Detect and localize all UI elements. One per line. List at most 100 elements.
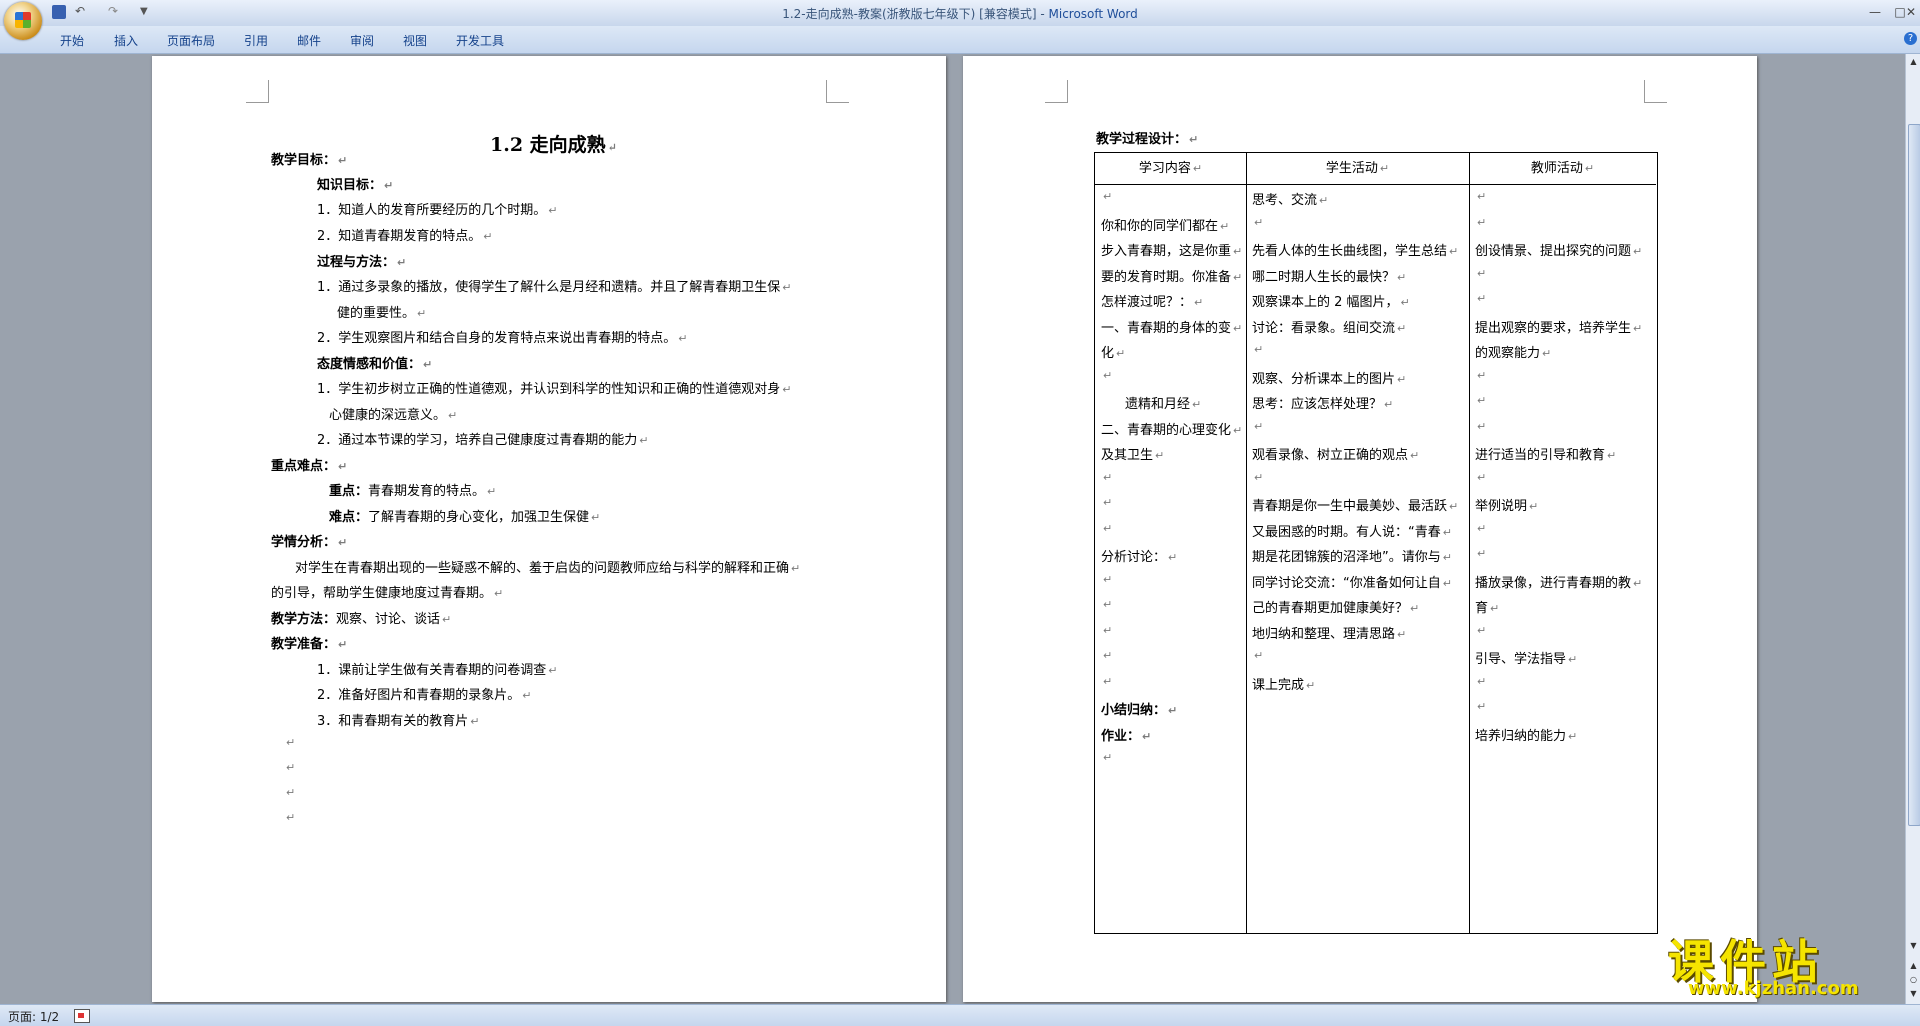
paragraph-line: 1．学生初步树立正确的性道德观，并认识到科学的性知识和正确的性道德观对身 ↵	[317, 382, 792, 397]
table-cell-line: 己的青春期更加健康美好？ ↵	[1252, 601, 1420, 616]
app-name: Microsoft Word	[1048, 7, 1138, 21]
table-cell-line: 同学讨论交流：“你准备如何让自 ↵	[1252, 575, 1452, 591]
minimize-button[interactable]: —	[1862, 3, 1888, 21]
paragraph-text: 态度情感和价值：	[317, 357, 422, 372]
paragraph-line: 3．和青春期有关的教育片 ↵	[317, 714, 480, 729]
table-cell-line: 遗精和月经 ↵	[1125, 397, 1202, 412]
paragraph-text: 1．通过多录象的播放，使得学生了解什么是月经和遗精。并且了解青春期卫生保	[317, 280, 781, 295]
table-cell-line: 及其卫生 ↵	[1101, 448, 1165, 463]
table-cell-line: 育 ↵	[1475, 601, 1500, 616]
scroll-up-icon[interactable]: ▲	[1908, 56, 1919, 68]
tab-insert[interactable]: 插入	[114, 32, 138, 49]
tab-review[interactable]: 审阅	[350, 32, 374, 49]
table-cell-line: 怎样渡过呢？： ↵	[1101, 295, 1204, 310]
tab-page-layout[interactable]: 页面布局	[167, 32, 215, 49]
table-cell-line: ↵	[1254, 215, 1264, 229]
tab-view[interactable]: 视图	[403, 32, 427, 49]
paragraph-text: 的引导，帮助学生健康地度过青春期。	[271, 586, 493, 601]
table-cell-line: ↵	[1477, 470, 1487, 484]
paragraph-mark: ↵	[286, 761, 296, 774]
table-header-cell: 学习内容 ↵	[1095, 153, 1246, 185]
scroll-thumb[interactable]	[1908, 124, 1920, 826]
paragraph-line: 2．学生观察图片和结合自身的发育特点来说出青春期的特点。 ↵	[317, 331, 688, 346]
title-bar: ↶ ↷ ▼ 1.2-走向成熟-教案(浙教版七年级下) [兼容模式] - Micr…	[0, 0, 1920, 27]
table-cell-line: 创设情景、提出探究的问题 ↵	[1475, 244, 1643, 259]
table-cell-line: 播放录像，进行青春期的教 ↵	[1475, 575, 1643, 591]
paragraph-text: 3．和青春期有关的教育片	[317, 714, 469, 729]
table-cell-line: 提出观察的要求，培养学生 ↵	[1475, 320, 1643, 336]
next-page-icon[interactable]: ▼	[1908, 988, 1919, 1000]
table-cell-line: ↵	[1103, 751, 1113, 764]
page-2[interactable]: 教学过程设计： ↵ 学习内容 ↵ ↵ 你和你的同学们都在 ↵ 步入青春期，这是你重 ↵ 要的发…	[963, 56, 1757, 1002]
close-button[interactable]: ✕	[1898, 3, 1920, 21]
tab-references[interactable]: 引用	[244, 32, 268, 49]
table-cell-line: ↵	[1477, 623, 1487, 637]
table-cell-line: 步入青春期，这是你重 ↵	[1101, 244, 1243, 259]
page-count[interactable]: 页面: 1/2	[8, 1008, 59, 1025]
table-cell-line: ↵	[1254, 343, 1264, 356]
paragraph-line: 对学生在青春期出现的一些疑惑不解的、羞于启齿的问题教师应给与科学的解释和正确 ↵	[295, 561, 801, 576]
table-cell-line: ↵	[1103, 598, 1113, 611]
table-cell-line: 课上完成 ↵	[1252, 677, 1316, 693]
scroll-down-icon[interactable]: ▼	[1908, 940, 1919, 952]
paragraph-text: 2．知道青春期发育的特点。	[317, 229, 482, 244]
table-cell-line: ↵	[1254, 470, 1264, 484]
paragraph-text: 重点难点：	[271, 459, 337, 474]
table-header-cell: 学生活动 ↵	[1246, 153, 1469, 185]
office-logo-icon	[15, 12, 31, 28]
paragraph-line: 态度情感和价值： ↵	[317, 357, 433, 372]
paragraph-mark: ↵	[286, 811, 296, 824]
table-cell-line: 观看录像、树立正确的观点 ↵	[1252, 448, 1420, 463]
table-cell-line: 哪二时期人生长的最快？ ↵	[1252, 269, 1407, 285]
table-cell-line: 进行适当的引导和教育 ↵	[1475, 448, 1617, 463]
paragraph-mark: ↵	[286, 736, 296, 749]
table-cell-line: 地归纳和整理、理清思路 ↵	[1252, 626, 1407, 642]
table-cell-line: ↵	[1477, 266, 1487, 280]
vertical-scrollbar[interactable]: ▲ ▼ ▲ ○ ▼	[1905, 54, 1920, 1004]
tab-mailings[interactable]: 邮件	[297, 32, 321, 49]
table-cell-line: 思考、交流 ↵	[1252, 193, 1329, 208]
paragraph-mark: ↵	[286, 786, 296, 799]
paragraph-text: 知识目标：	[317, 178, 383, 193]
paragraph-text: 青春期发育的特点。	[368, 484, 486, 499]
tab-developer[interactable]: 开发工具	[456, 32, 504, 49]
paragraph-line: 教学目标： ↵	[271, 153, 348, 168]
table-cell-line: 讨论：看录象。组间交流 ↵	[1252, 320, 1407, 336]
table-cell-line: 青春期是你一生中最美妙、最活跃 ↵	[1252, 499, 1459, 514]
table-column-teacher: 教师活动 ↵ ↵ ↵ 创设情景、提出探究的问题 ↵ ↵ ↵ 提出观察的要求，培养学生 ↵ 的观察能…	[1469, 153, 1656, 933]
paragraph-line: 学情分析： ↵	[271, 535, 348, 550]
margin-corner-mark	[1644, 80, 1667, 103]
paragraph-line: 1．课前让学生做有关青春期的问卷调查 ↵	[317, 663, 558, 678]
table-cell-line: 举例说明 ↵	[1475, 499, 1539, 514]
watermark-url: www.kjzhan.com	[1688, 978, 1859, 999]
tab-home[interactable]: 开始	[60, 32, 84, 49]
table-cell-line: ↵	[1103, 572, 1113, 586]
table-cell-line: ↵	[1103, 674, 1113, 688]
margin-corner-mark	[1045, 80, 1068, 103]
paragraph-text: 对学生在青春期出现的一些疑惑不解的、羞于启齿的问题教师应给与科学的解释和正确	[295, 561, 790, 576]
help-icon[interactable]: ?	[1904, 32, 1917, 45]
table-cell-line: ↵	[1477, 394, 1487, 407]
table-cell-line: 作业： ↵	[1101, 728, 1152, 744]
paragraph-text: 2．通过本节课的学习，培养自己健康度过青春期的能力	[317, 433, 638, 448]
table-cell-line: 小结归纳： ↵	[1101, 703, 1178, 718]
page-1[interactable]: 1.2 走向成熟 ↵ 教学目标： ↵ 知识目标： ↵ 1．知道人的发育所要经历的几个时期。…	[152, 56, 946, 1002]
proofing-icon[interactable]	[74, 1009, 90, 1023]
table-cell-line: ↵	[1103, 190, 1113, 203]
table-cell-line: 观察、分析课本上的图片 ↵	[1252, 371, 1407, 387]
paragraph-line: 重点难点： ↵	[271, 459, 348, 474]
paragraph-line: 重点：青春期发育的特点。 ↵	[329, 484, 497, 499]
table-cell-line: ↵	[1254, 419, 1264, 433]
table-cell-line: ↵	[1477, 419, 1487, 433]
paragraph-text: 健的重要性。	[337, 306, 416, 321]
table-cell-line: ↵	[1477, 700, 1487, 713]
table-cell-line: 培养归纳的能力 ↵	[1475, 728, 1578, 744]
margin-corner-mark	[246, 80, 269, 103]
previous-page-icon[interactable]: ▲	[1908, 960, 1919, 972]
office-button[interactable]	[4, 2, 42, 40]
ribbon-tabs: 开始 插入 页面布局 引用 邮件 审阅 视图 开发工具 ?	[0, 26, 1920, 54]
table-cell-line: ↵	[1103, 496, 1113, 509]
select-browse-object-icon[interactable]: ○	[1908, 974, 1919, 986]
table-cell-line: 期是花团锦簇的沼泽地”。请你与 ↵	[1252, 550, 1452, 565]
paragraph-line: 1．知道人的发育所要经历的几个时期。 ↵	[317, 203, 558, 218]
